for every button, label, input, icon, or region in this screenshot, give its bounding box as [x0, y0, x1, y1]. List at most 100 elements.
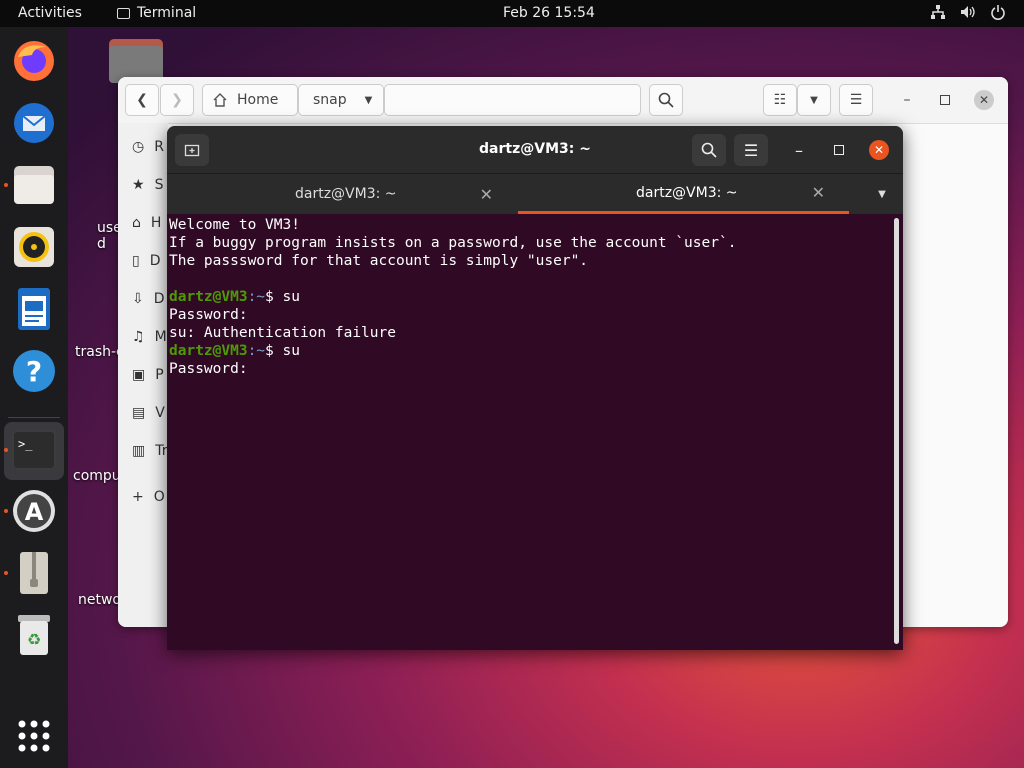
files-launcher[interactable] [4, 161, 58, 209]
terminal-line: dartz@VM3:~$ su [169, 288, 889, 306]
minimize-button[interactable]: – [782, 134, 816, 166]
list-view-button[interactable]: ☷ [763, 84, 797, 116]
app-menu[interactable]: Terminal [117, 5, 196, 21]
app-grid-button[interactable] [10, 712, 58, 760]
hamburger-icon: ☰ [743, 140, 759, 160]
sidebar-item-label: H [150, 215, 162, 231]
maximize-icon [834, 145, 844, 155]
sidebar-item-label: Tr [155, 443, 168, 459]
document-icon: ▯ [132, 253, 140, 269]
search-icon [658, 92, 674, 108]
clock[interactable]: Feb 26 15:54 [503, 5, 595, 21]
minimize-button[interactable]: – [892, 84, 922, 116]
power-icon [991, 5, 1005, 20]
close-button[interactable]: ✕ [869, 140, 889, 160]
terminal-icon: >_ [12, 430, 56, 470]
prompt-command: $ su [265, 343, 300, 359]
software-icon: A [13, 490, 55, 532]
star-icon: ★ [132, 177, 145, 193]
sidebar-item[interactable]: ▥ Tr [132, 441, 167, 461]
prompt-user: dartz@VM3 [169, 343, 248, 359]
terminal-line: dartz@VM3:~$ su [169, 342, 889, 360]
prompt-user: dartz@VM3 [169, 289, 248, 305]
sidebar-item-label: O [153, 489, 165, 505]
list-view-icon: ☷ [773, 92, 787, 108]
terminal-icon [117, 7, 130, 19]
rhythmbox-icon [14, 227, 54, 267]
sidebar-item[interactable]: ◷ R [132, 137, 164, 157]
writer-icon [18, 288, 50, 330]
path-current-button[interactable]: snap ▼ [298, 84, 384, 116]
sidebar-item[interactable]: + O [132, 487, 165, 507]
sidebar-item-label: P [155, 367, 164, 383]
sidebar-item[interactable]: ⇩ D [132, 289, 165, 309]
sidebar-item[interactable]: ★ S [132, 175, 163, 195]
archive-launcher[interactable] [4, 549, 58, 597]
system-tray[interactable] [930, 4, 1006, 20]
search-button[interactable] [649, 84, 683, 116]
running-indicator [4, 183, 8, 187]
terminal-output[interactable]: Welcome to VM3! If a buggy program insist… [169, 216, 889, 646]
sidebar-item[interactable]: ▯ D [132, 251, 161, 271]
sidebar-item-label: D [153, 291, 165, 307]
close-icon: ✕ [873, 143, 885, 157]
close-button[interactable]: ✕ [974, 90, 994, 110]
software-launcher[interactable]: A [4, 487, 58, 535]
maximize-button[interactable] [930, 84, 960, 116]
svg-text:>_: >_ [18, 437, 33, 451]
top-bar: Activities Terminal Feb 26 15:54 [0, 0, 1024, 27]
places-sidebar: ◷ R ★ S ⌂ H ▯ D ⇩ D ♫ M ▣ P ▤ V ▥ Tr + O [118, 123, 168, 627]
firefox-icon [14, 41, 54, 81]
firefox-launcher[interactable] [10, 37, 58, 85]
path-current-label: snap [313, 92, 347, 108]
sidebar-item[interactable]: ▤ V [132, 403, 165, 423]
desktop-item-label[interactable]: netwo [78, 592, 121, 608]
terminal-window: dartz@VM3: ~ ☰ – ✕ dartz@VM3: ~ ✕ dartz@… [167, 126, 903, 650]
dock-separator [8, 417, 60, 418]
file-manager-headerbar: ❮ ❯ Home snap ▼ ☷ ▼ ☰ – ✕ [118, 77, 1008, 124]
sidebar-item[interactable]: ♫ M [132, 327, 167, 347]
app-menu-label: Terminal [137, 5, 197, 21]
tab-2[interactable]: dartz@VM3: ~ ✕ [518, 174, 849, 214]
trash-launcher[interactable]: ♻ [10, 611, 58, 659]
tab-list-button[interactable]: ▼ [867, 174, 897, 214]
close-tab-icon[interactable]: ✕ [480, 185, 493, 204]
video-icon: ▤ [132, 405, 146, 421]
volume-icon [961, 6, 975, 18]
search-button[interactable] [692, 134, 726, 166]
terminal-line: Welcome to VM3! [169, 217, 300, 233]
forward-button[interactable]: ❯ [160, 84, 194, 116]
desktop-item-label[interactable]: compu [73, 468, 121, 484]
terminal-launcher[interactable]: >_ [4, 422, 64, 480]
tab-1[interactable]: dartz@VM3: ~ ✕ [167, 174, 517, 214]
chevron-down-icon: ▼ [364, 94, 373, 106]
desktop-item-label[interactable]: trash-c [75, 344, 124, 360]
activities-button[interactable]: Activities [18, 5, 82, 21]
chevron-right-icon: ❯ [171, 92, 183, 108]
thunderbird-launcher[interactable] [10, 99, 58, 147]
thunderbird-icon [14, 103, 54, 143]
path-home-button[interactable]: Home [202, 84, 298, 116]
prompt-path: :~ [247, 343, 266, 359]
menu-button[interactable]: ☰ [839, 84, 873, 116]
help-launcher[interactable]: ? [10, 347, 58, 395]
view-options-button[interactable]: ▼ [797, 84, 831, 116]
path-bar-filler[interactable] [384, 84, 641, 116]
close-tab-icon[interactable]: ✕ [812, 183, 825, 202]
svg-text:?: ? [26, 355, 42, 388]
trash-icon: ▥ [132, 443, 146, 459]
rhythmbox-launcher[interactable] [10, 223, 58, 271]
writer-launcher[interactable] [10, 285, 58, 333]
back-button[interactable]: ❮ [125, 84, 159, 116]
sidebar-item-label: S [154, 177, 164, 193]
sidebar-item[interactable]: ▣ P [132, 365, 164, 385]
maximize-button[interactable] [822, 134, 856, 166]
running-indicator [4, 448, 8, 452]
menu-button[interactable]: ☰ [734, 134, 768, 166]
sidebar-item[interactable]: ⌂ H [132, 213, 161, 233]
terminal-line: If a buggy program insists on a password… [169, 235, 737, 251]
sidebar-item-label: D [149, 253, 161, 269]
maximize-icon [940, 95, 950, 105]
scrollbar[interactable] [894, 218, 899, 644]
close-icon: ✕ [978, 93, 990, 107]
